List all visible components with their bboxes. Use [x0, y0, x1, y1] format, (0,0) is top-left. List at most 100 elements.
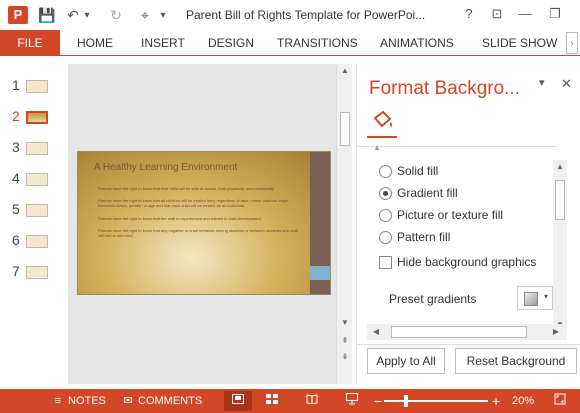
- current-slide[interactable]: A Healthy Learning Environment Parents h…: [77, 151, 331, 295]
- slide-sorter-view-icon[interactable]: [264, 393, 280, 409]
- preset-gradients-label: Preset gradients: [389, 292, 477, 306]
- close-pane-icon[interactable]: ✕: [561, 76, 572, 92]
- tab-animations[interactable]: ANIMATIONS: [380, 30, 454, 56]
- customize-toolbar-icon[interactable]: ▾: [158, 5, 168, 25]
- solid-fill-option[interactable]: Solid fill: [379, 162, 438, 180]
- option-label: Hide background graphics: [397, 255, 537, 269]
- scroll-left-icon[interactable]: ◀: [369, 325, 383, 339]
- title-bar: P 💾 ↶ ▾ ↻ ⌖ ▾ Parent Bill of Rights Temp…: [0, 0, 580, 30]
- pane-horizontal-scrollbar[interactable]: ◀ ▶: [367, 324, 567, 340]
- option-label: Solid fill: [397, 164, 439, 178]
- radio-button[interactable]: [379, 230, 392, 244]
- slide-thumbnail-7[interactable]: 7: [0, 260, 68, 284]
- slide-bullet-3[interactable]: Parents have the right to know that the …: [98, 216, 303, 221]
- slide-thumbnail-image: [26, 142, 48, 155]
- slide-number: 3: [12, 139, 20, 155]
- checkbox[interactable]: [379, 255, 392, 269]
- redo-icon[interactable]: ↻: [108, 5, 124, 25]
- option-label: Gradient fill: [397, 186, 458, 200]
- slide-thumbnail-image: [26, 204, 48, 217]
- slide-thumbnail-image: [26, 80, 48, 93]
- slide-thumbnail-3[interactable]: 3: [0, 136, 68, 160]
- pattern-fill-option[interactable]: Pattern fill: [379, 228, 450, 246]
- chevron-down-icon: ▾: [544, 292, 549, 301]
- slide-bullet-2[interactable]: Parents have the right to know that all …: [98, 198, 303, 208]
- next-slide-icon[interactable]: ⇟: [338, 350, 352, 364]
- slide-show-view-icon[interactable]: [344, 393, 360, 409]
- ribbon-tabs: FILE HOME INSERT DESIGN TRANSITIONS ANIM…: [0, 30, 580, 56]
- powerpoint-app-icon[interactable]: P: [8, 6, 28, 24]
- slide-number: 7: [12, 263, 20, 279]
- comments-button[interactable]: COMMENTS: [138, 389, 202, 413]
- slide-title[interactable]: A Healthy Learning Environment: [94, 162, 237, 173]
- collapse-section-icon[interactable]: ▲: [373, 143, 381, 152]
- radio-button[interactable]: [379, 208, 392, 222]
- ribbon-scroll-right-icon[interactable]: ›: [566, 32, 578, 54]
- tab-file[interactable]: FILE: [0, 30, 60, 56]
- tab-design[interactable]: DESIGN: [208, 30, 254, 56]
- pane-options-caret-icon[interactable]: ▾: [539, 76, 545, 89]
- notes-icon: ≡: [54, 395, 62, 407]
- tab-slide-show[interactable]: SLIDE SHOW: [482, 30, 557, 56]
- scroll-thumb[interactable]: [391, 326, 527, 338]
- slide-thumbnail-image: [26, 235, 48, 248]
- editor-scrollbar[interactable]: ▲ ▼ ⇞ ⇟: [336, 64, 352, 384]
- previous-slide-icon[interactable]: ⇞: [338, 334, 352, 348]
- radio-button[interactable]: [379, 164, 392, 178]
- slide-bullet-4[interactable]: Parents have the right to know that any …: [98, 228, 303, 238]
- zoom-slider[interactable]: [384, 400, 488, 402]
- scroll-up-icon[interactable]: ▲: [553, 160, 567, 174]
- slide-thumbnail-5[interactable]: 5: [0, 198, 68, 222]
- gradient-swatch-icon: [524, 292, 538, 306]
- tab-transitions[interactable]: TRANSITIONS: [277, 30, 358, 56]
- slide-number: 6: [12, 232, 20, 248]
- slide-thumbnail-image: [26, 111, 48, 124]
- scroll-thumb[interactable]: [555, 180, 565, 220]
- window-title: Parent Bill of Rights Template for Power…: [186, 8, 426, 22]
- paint-bucket-icon[interactable]: [371, 108, 395, 132]
- tab-home[interactable]: HOME: [77, 30, 113, 56]
- apply-to-all-button[interactable]: Apply to All: [367, 348, 445, 374]
- help-icon[interactable]: ?: [458, 4, 480, 24]
- zoom-level[interactable]: 20%: [512, 389, 534, 413]
- scroll-down-icon[interactable]: ▼: [338, 316, 352, 330]
- pane-divider: [357, 146, 557, 147]
- ribbon-display-options-icon[interactable]: ⊡: [486, 4, 508, 24]
- undo-dropdown-icon[interactable]: ▾: [82, 5, 92, 25]
- normal-view-icon[interactable]: [224, 391, 252, 411]
- tab-insert[interactable]: INSERT: [141, 30, 185, 56]
- preset-gradients-dropdown[interactable]: ▾: [517, 286, 553, 310]
- start-slideshow-icon[interactable]: ⌖: [136, 5, 154, 25]
- restore-icon[interactable]: ❐: [544, 4, 566, 24]
- reset-background-button[interactable]: Reset Background: [455, 348, 577, 374]
- pane-vertical-scrollbar[interactable]: ▲ ▼: [553, 160, 567, 332]
- minimize-icon[interactable]: —: [514, 4, 536, 24]
- radio-button-selected[interactable]: [379, 186, 392, 200]
- zoom-out-icon[interactable]: −: [374, 389, 382, 413]
- gradient-fill-option[interactable]: Gradient fill: [379, 184, 458, 202]
- picture-texture-fill-option[interactable]: Picture or texture fill: [379, 206, 503, 224]
- scroll-thumb[interactable]: [340, 112, 350, 146]
- slide-thumbnail-2[interactable]: 2: [0, 105, 68, 129]
- scroll-right-icon[interactable]: ▶: [549, 325, 563, 339]
- slide-side-accent: [310, 266, 330, 280]
- slide-thumbnail-1[interactable]: 1: [0, 74, 68, 98]
- pane-title: Format Backgro...: [369, 78, 520, 99]
- scroll-up-icon[interactable]: ▲: [338, 64, 352, 78]
- undo-icon[interactable]: ↶: [66, 5, 80, 25]
- option-label: Pattern fill: [397, 230, 451, 244]
- zoom-in-icon[interactable]: +: [492, 389, 500, 413]
- notes-button[interactable]: NOTES: [68, 389, 106, 413]
- slide-number: 5: [12, 201, 20, 217]
- reading-view-icon[interactable]: [304, 393, 320, 409]
- slide-thumbnail-image: [26, 266, 48, 279]
- zoom-slider-thumb[interactable]: [404, 395, 408, 407]
- fit-slide-icon[interactable]: [552, 393, 568, 409]
- hide-background-graphics-option[interactable]: Hide background graphics: [379, 253, 536, 271]
- slide-number: 4: [12, 170, 20, 186]
- slide-thumbnail-4[interactable]: 4: [0, 167, 68, 191]
- slide-number: 2: [12, 108, 20, 124]
- slide-bullet-1[interactable]: Parents have the right to know that thei…: [98, 186, 303, 191]
- save-icon[interactable]: 💾: [38, 5, 56, 25]
- slide-thumbnail-6[interactable]: 6: [0, 229, 68, 253]
